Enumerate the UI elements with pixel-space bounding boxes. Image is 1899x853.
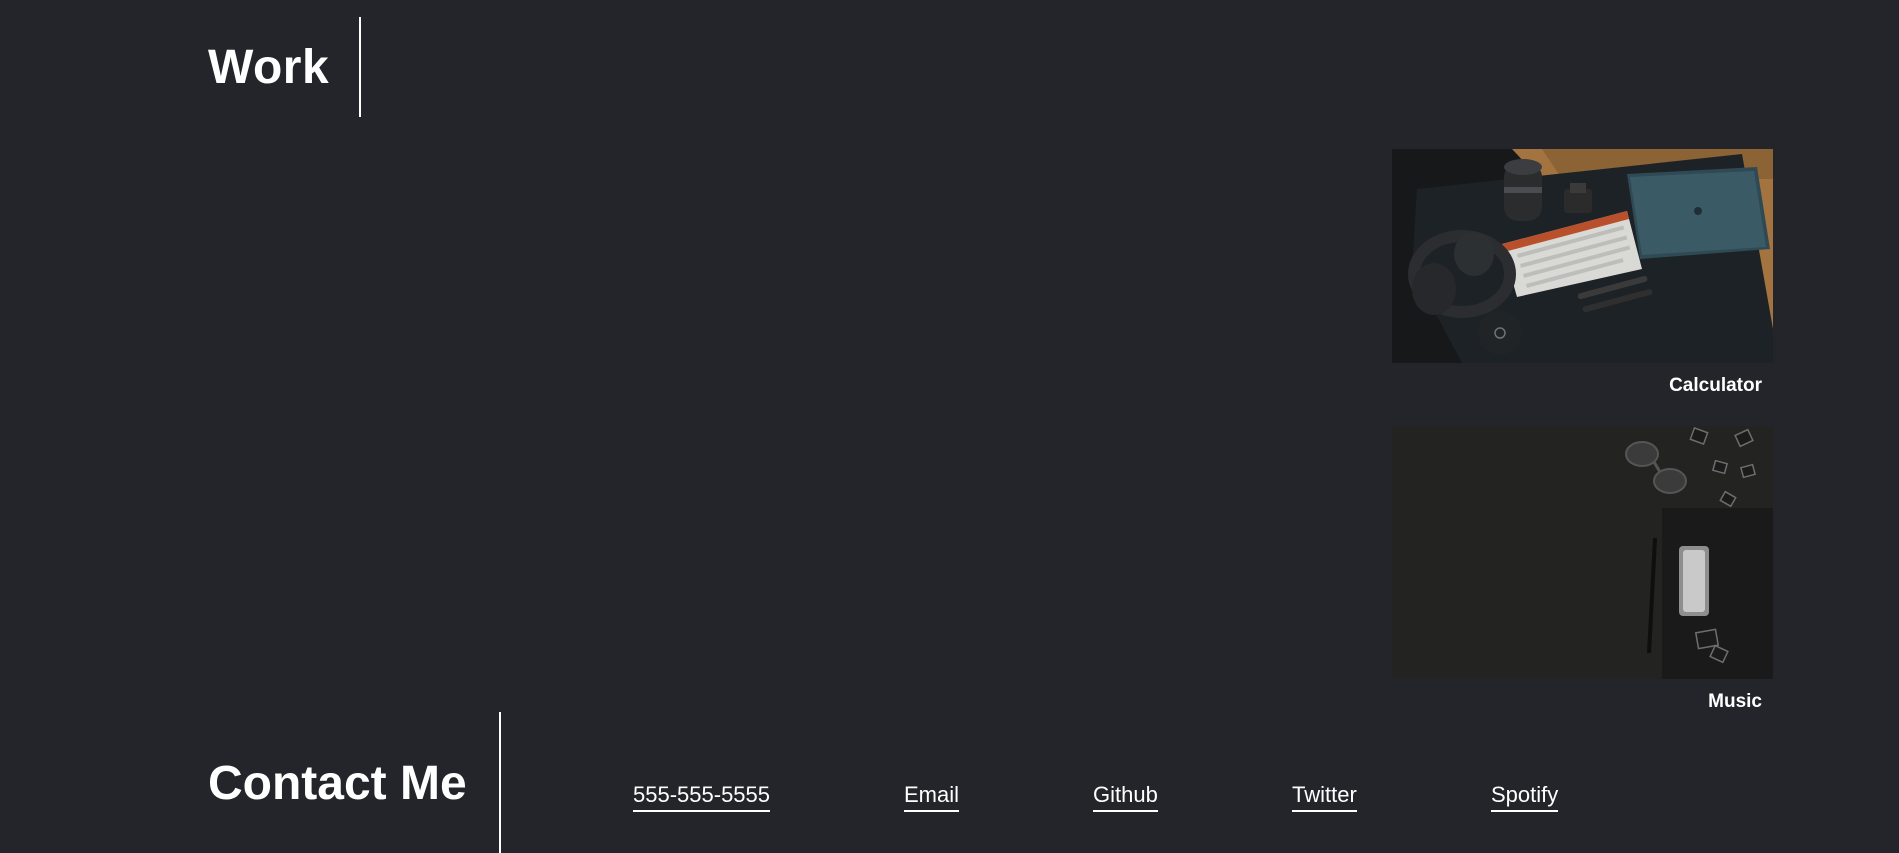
desk-setup-image — [1392, 149, 1773, 363]
phone-link[interactable]: 555-555-5555 — [633, 782, 771, 813]
calculator-caption[interactable]: Calculator — [1392, 375, 1773, 397]
contact-divider — [499, 712, 501, 853]
music-caption[interactable]: Music — [1392, 691, 1773, 713]
email-link[interactable]: Email — [904, 782, 960, 813]
contact-title: Contact Me — [208, 757, 467, 810]
music-thumbnail[interactable] — [1392, 426, 1773, 679]
page: Work Calculator Music Contact Me 555-555… — [0, 0, 1899, 853]
project-card-calculator: Calculator — [1392, 149, 1773, 397]
project-card-music: Music — [1392, 426, 1773, 713]
spotify-link[interactable]: Spotify — [1491, 782, 1559, 813]
dark-desk-image — [1392, 426, 1773, 679]
contact-section: Contact Me 555-555-5555 Email Github Twi… — [208, 712, 1808, 853]
github-link[interactable]: Github — [1093, 782, 1158, 813]
twitter-link[interactable]: Twitter — [1292, 782, 1357, 813]
work-title: Work — [208, 40, 330, 94]
calculator-thumbnail[interactable] — [1392, 149, 1773, 363]
work-divider — [359, 17, 361, 117]
work-header: Work — [208, 17, 361, 117]
